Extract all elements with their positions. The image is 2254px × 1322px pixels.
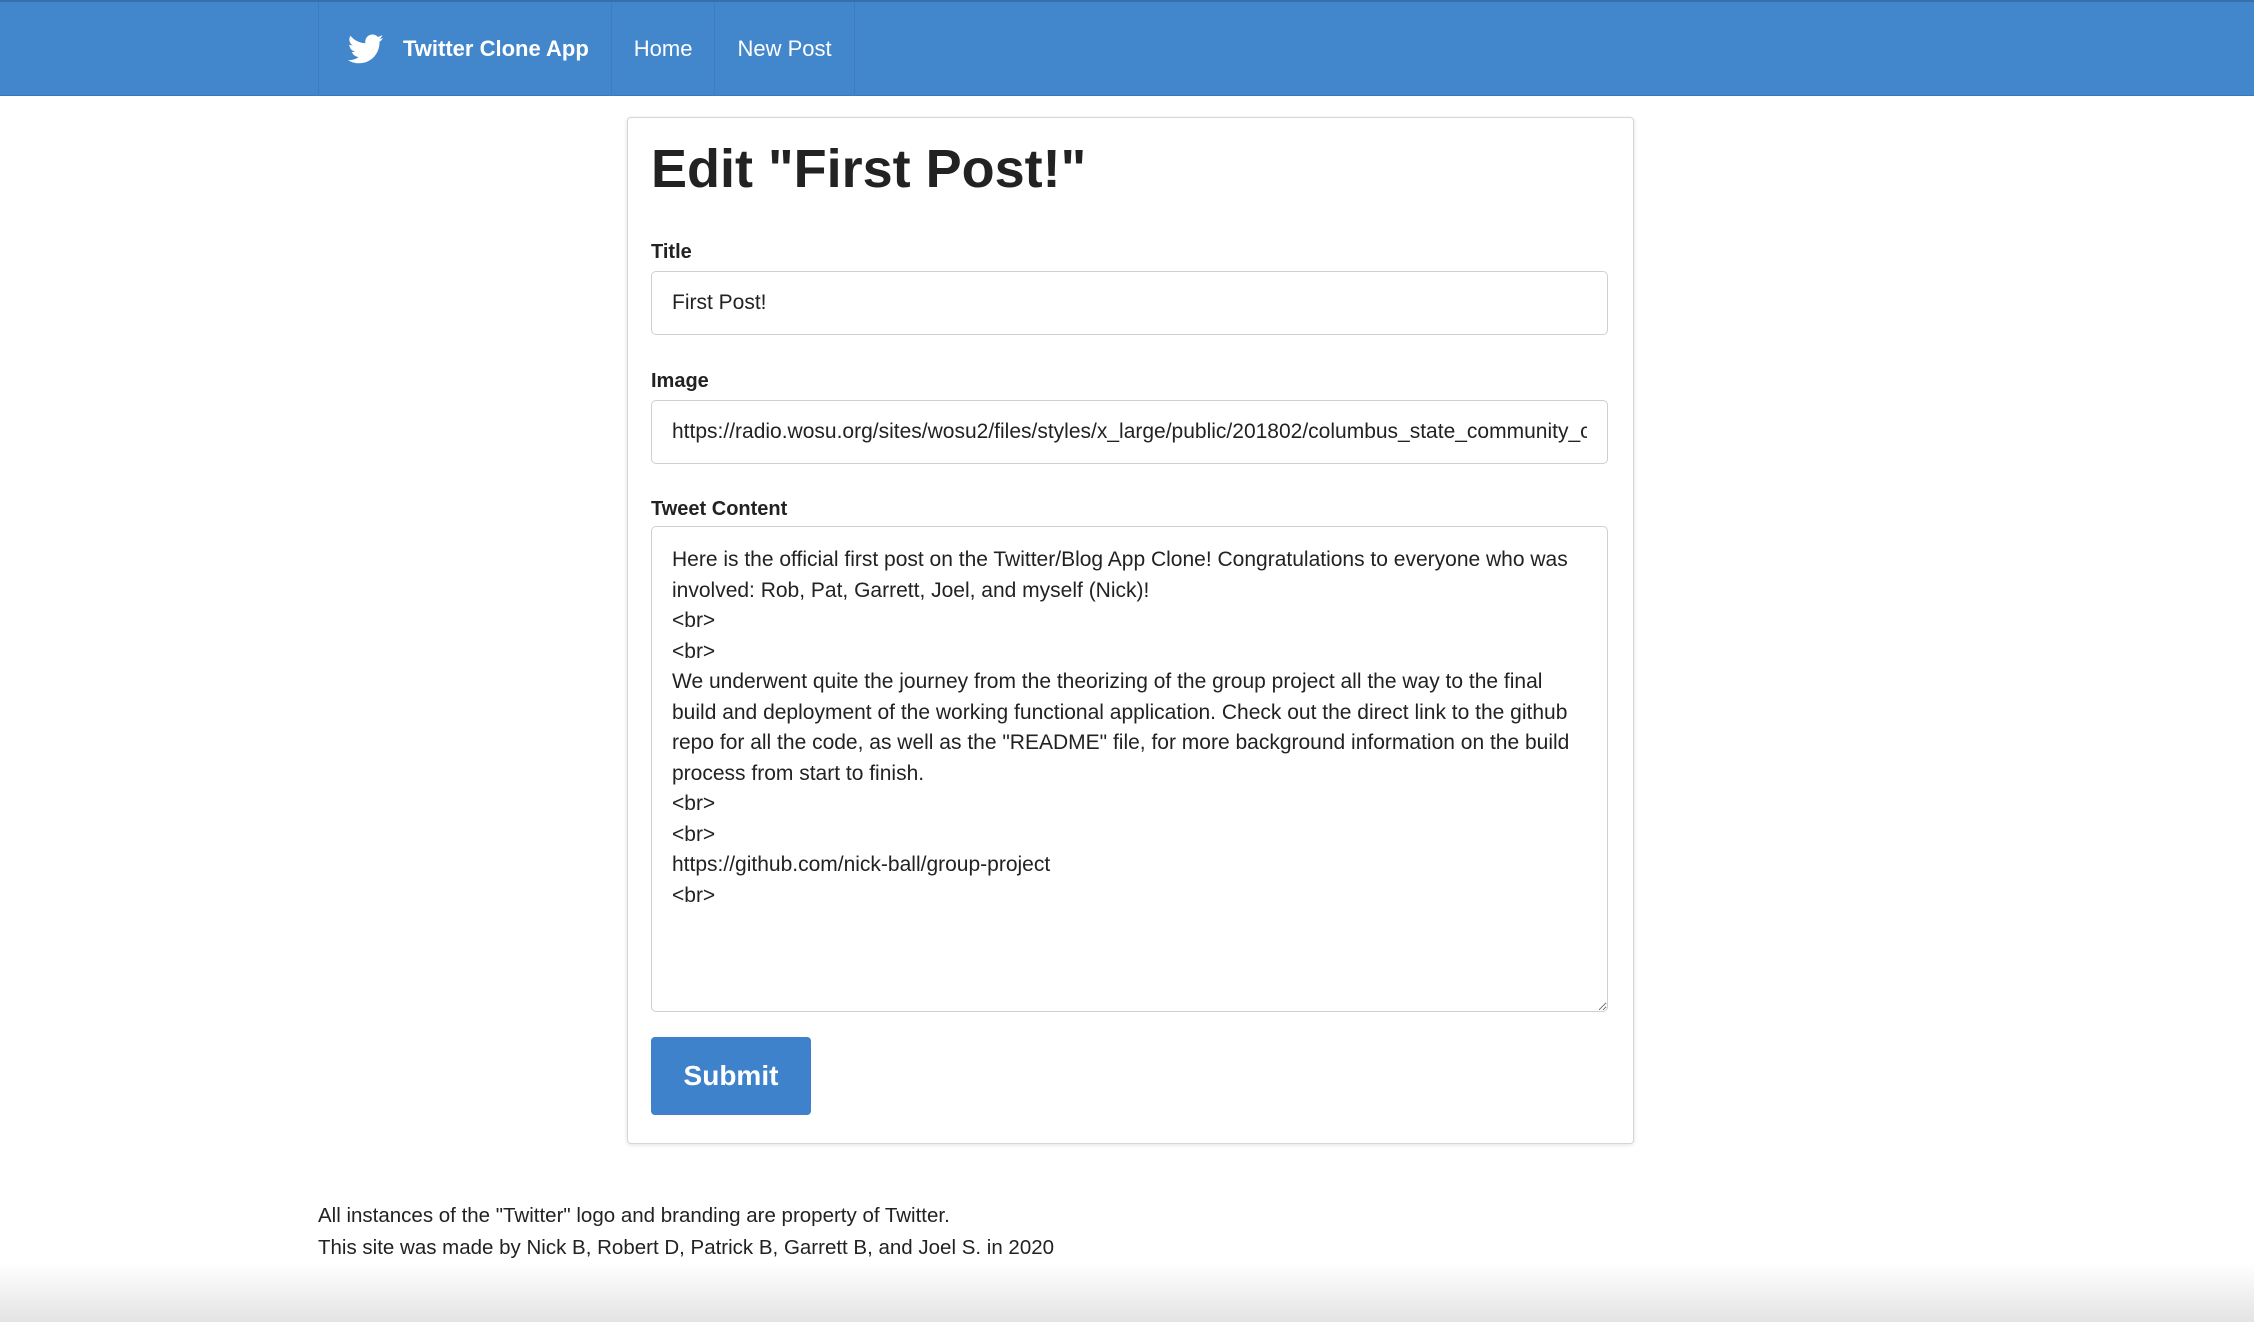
page-title: Edit "First Post!" <box>651 139 1087 199</box>
navbar: Twitter Clone App Home New Post <box>0 0 2254 96</box>
title-input[interactable] <box>651 271 1608 335</box>
nav-link-home[interactable]: Home <box>612 2 716 96</box>
nav-link-new-post[interactable]: New Post <box>715 2 855 96</box>
title-label: Title <box>651 241 692 263</box>
submit-button[interactable]: Submit <box>651 1037 811 1115</box>
edit-post-card: Edit "First Post!" Title Image Tweet Con… <box>627 117 1634 1144</box>
footer: All instances of the "Twitter" logo and … <box>318 1200 1054 1264</box>
brand-name: Twitter Clone App <box>403 36 589 61</box>
footer-credits: This site was made by Nick B, Robert D, … <box>318 1236 1055 1259</box>
bottom-shadow <box>0 1262 2254 1322</box>
twitter-bird-icon <box>347 34 384 64</box>
image-url-input[interactable] <box>651 400 1608 464</box>
image-label: Image <box>651 370 709 392</box>
tweet-content-textarea[interactable]: Here is the official first post on the T… <box>651 526 1608 1012</box>
nav-inner: Twitter Clone App Home New Post <box>318 2 855 96</box>
brand-link[interactable]: Twitter Clone App <box>318 2 612 96</box>
footer-branding-notice: All instances of the "Twitter" logo and … <box>318 1204 950 1227</box>
tweet-content-label: Tweet Content <box>651 498 788 520</box>
